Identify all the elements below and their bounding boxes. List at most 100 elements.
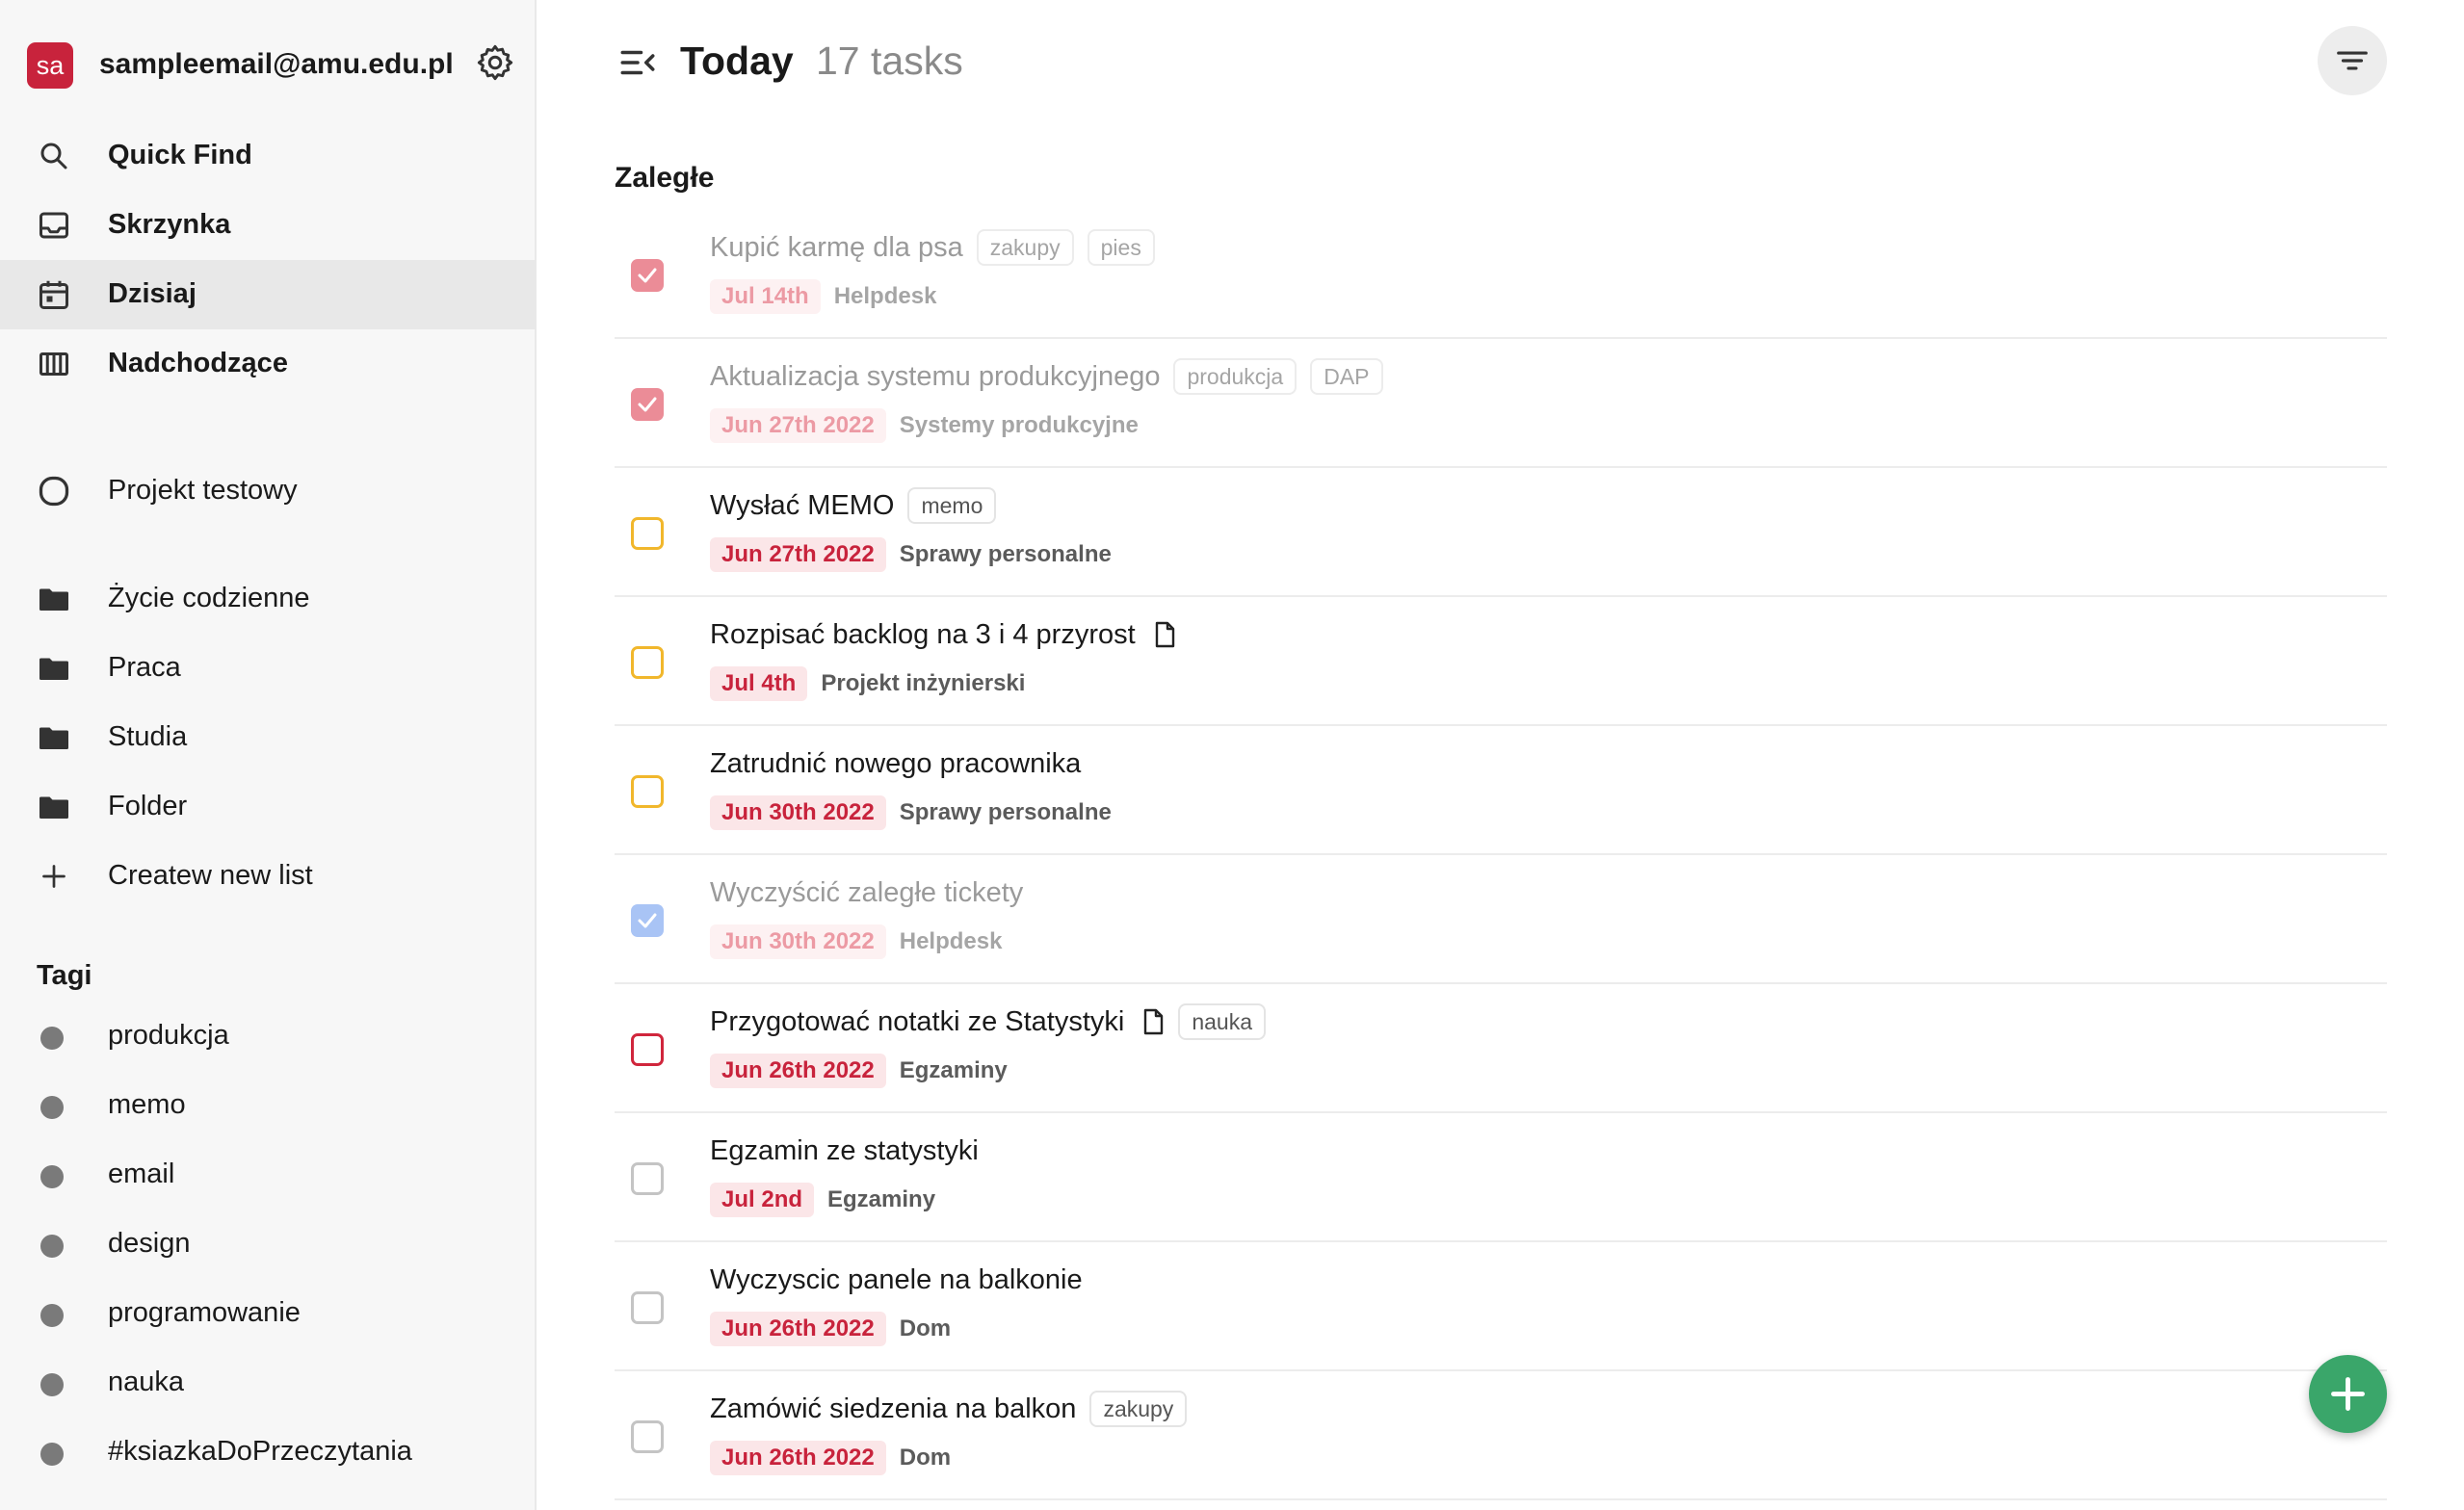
task-checkbox[interactable] <box>631 1291 664 1324</box>
task-title[interactable]: Przygotować notatki ze Statystyki <box>710 1006 1124 1038</box>
task-header: Aktualizacja systemu produkcyjnego produk… <box>710 355 1383 398</box>
tag-item[interactable]: design <box>0 1210 537 1279</box>
folder-label: Praca <box>108 652 181 683</box>
board-icon <box>39 352 68 376</box>
nav-quick-find[interactable]: Quick Find <box>0 121 537 191</box>
due-date-badge: Jun 30th 2022 <box>710 924 886 959</box>
folder-icon <box>39 588 68 611</box>
task-title[interactable]: Zatrudnić nowego pracownika <box>710 748 1081 780</box>
task-checkbox[interactable] <box>631 388 664 421</box>
task-project: Projekt inżynierski <box>821 670 1026 696</box>
task-title[interactable]: Rozpisać backlog na 3 i 4 przyrost <box>710 619 1136 651</box>
folder-item[interactable]: Folder <box>0 772 537 842</box>
gear-icon[interactable] <box>475 42 515 83</box>
tag-item[interactable]: email <box>0 1140 537 1210</box>
calendar-icon <box>39 280 68 309</box>
tag-chip[interactable]: zakupy <box>1089 1391 1188 1427</box>
nav-upcoming[interactable]: Nadchodzące <box>0 329 537 399</box>
task-checkbox[interactable] <box>631 904 664 937</box>
task-title[interactable]: Wysłać MEMO <box>710 490 894 522</box>
task-checkbox[interactable] <box>631 517 664 550</box>
task-count: 17 tasks <box>816 39 963 83</box>
tag-item[interactable]: memo <box>0 1071 537 1140</box>
tag-item[interactable]: produkcja <box>0 1002 537 1071</box>
due-date-badge: Jun 27th 2022 <box>710 408 886 443</box>
task-row[interactable]: Rozpisać backlog na 3 i 4 przyrost Jul 4t… <box>615 597 2387 726</box>
account-email[interactable]: sampleemail@amu.edu.pl <box>99 48 454 81</box>
folder-item[interactable]: Życie codzienne <box>0 564 537 634</box>
folder-label: Studia <box>108 721 188 752</box>
tag-label: email <box>108 1159 175 1189</box>
task-row[interactable]: Egzamin ze statystyki Jul 2nd Egzaminy <box>615 1113 2387 1242</box>
add-task-button[interactable] <box>2309 1355 2387 1433</box>
task-row[interactable]: Wysłać MEMO memo Jun 27th 2022 Sprawy perso… <box>615 468 2387 597</box>
task-title[interactable]: Kupić karmę dla psa <box>710 232 963 264</box>
plus-icon <box>2331 1377 2365 1411</box>
tag-item[interactable]: nauka <box>0 1348 537 1418</box>
folder-icon <box>39 796 68 819</box>
filter-icon <box>2337 51 2368 70</box>
nav-today[interactable]: Dzisiaj <box>0 260 537 329</box>
menu-collapse-icon[interactable] <box>617 42 658 83</box>
tag-dot-icon <box>40 1027 64 1050</box>
task-row[interactable]: Wyczyścić zaległe tickety Jun 30th 2022 He… <box>615 855 2387 984</box>
tag-dot-icon <box>40 1304 64 1327</box>
task-meta: Jul 14th Helpdesk <box>710 275 936 318</box>
task-title[interactable]: Aktualizacja systemu produkcyjnego <box>710 361 1160 393</box>
project-label: Projekt testowy <box>108 475 298 506</box>
tag-dot-icon <box>40 1443 64 1466</box>
task-header: Kupić karmę dla psa zakupy pies <box>710 226 1155 269</box>
task-meta: Jun 27th 2022 Systemy produkcyjne <box>710 404 1139 447</box>
task-title[interactable]: Wyczyscic panele na balkonie <box>710 1264 1083 1296</box>
task-checkbox[interactable] <box>631 1033 664 1066</box>
folder-label: Folder <box>108 791 188 821</box>
task-checkbox[interactable] <box>631 775 664 808</box>
task-title[interactable]: Zamówić siedzenia na balkon <box>710 1393 1076 1425</box>
folder-item[interactable]: Praca <box>0 634 537 703</box>
task-checkbox[interactable] <box>631 259 664 292</box>
tag-dot-icon <box>40 1373 64 1396</box>
folder-icon <box>39 727 68 749</box>
task-project: Egzaminy <box>827 1186 936 1212</box>
task-row[interactable]: Aktualizacja systemu produkcyjnego produk… <box>615 339 2387 468</box>
task-checkbox[interactable] <box>631 1162 664 1195</box>
tag-item[interactable]: #ksiazkaDoPrzeczytania <box>0 1418 537 1487</box>
task-row[interactable]: Przygotować notatki ze Statystyki nauka Ju… <box>615 984 2387 1113</box>
tag-dot-icon <box>40 1165 64 1188</box>
task-meta: Jul 2nd Egzaminy <box>710 1179 935 1221</box>
task-project: Sprawy personalne <box>899 541 1112 567</box>
filter-button[interactable] <box>2318 26 2387 95</box>
due-date-badge: Jun 27th 2022 <box>710 537 886 572</box>
folder-label: Życie codzienne <box>108 583 310 613</box>
task-row[interactable]: Wyczyscic panele na balkonie Jun 26th 202… <box>615 1242 2387 1371</box>
tag-chip[interactable]: produkcja <box>1173 358 1298 395</box>
nav-label: Nadchodzące <box>108 348 288 378</box>
tag-label: programowanie <box>108 1297 301 1328</box>
check-icon <box>638 397 657 412</box>
task-project: Helpdesk <box>833 283 937 309</box>
tag-chip[interactable]: pies <box>1087 229 1155 266</box>
tag-chip[interactable]: memo <box>907 487 997 524</box>
nav-inbox[interactable]: Skrzynka <box>0 191 537 260</box>
tag-chip[interactable]: zakupy <box>976 229 1074 266</box>
avatar[interactable]: sa <box>27 42 73 89</box>
tag-chip[interactable]: nauka <box>1178 1003 1267 1040</box>
tag-label: #ksiazkaDoPrzeczytania <box>108 1436 412 1467</box>
task-title[interactable]: Egzamin ze statystyki <box>710 1135 979 1167</box>
task-title[interactable]: Wyczyścić zaległe tickety <box>710 877 1023 909</box>
task-row[interactable]: Zamówić siedzenia na balkon zakupy Jun 26t… <box>615 1371 2387 1500</box>
tag-item[interactable]: programowanie <box>0 1279 537 1348</box>
folder-item[interactable]: Studia <box>0 703 537 772</box>
project-item[interactable]: Projekt testowy <box>0 456 537 526</box>
tag-chip[interactable]: DAP <box>1310 358 1383 395</box>
task-checkbox[interactable] <box>631 1420 664 1453</box>
task-header: Przygotować notatki ze Statystyki nauka <box>710 1001 1267 1043</box>
task-row[interactable]: Zatrudnić nowego pracownika Jun 30th 2022… <box>615 726 2387 855</box>
tag-dot-icon <box>40 1096 64 1119</box>
tags-section-title: Tagi <box>37 960 92 991</box>
task-row[interactable]: Kupić karmę dla psa zakupy pies Jul 14th Hel… <box>615 210 2387 339</box>
task-project: Dom <box>899 1445 952 1471</box>
create-list-button[interactable]: Createw new list <box>0 842 537 911</box>
task-checkbox[interactable] <box>631 646 664 679</box>
task-meta: Jul 4th Projekt inżynierski <box>710 663 1025 705</box>
